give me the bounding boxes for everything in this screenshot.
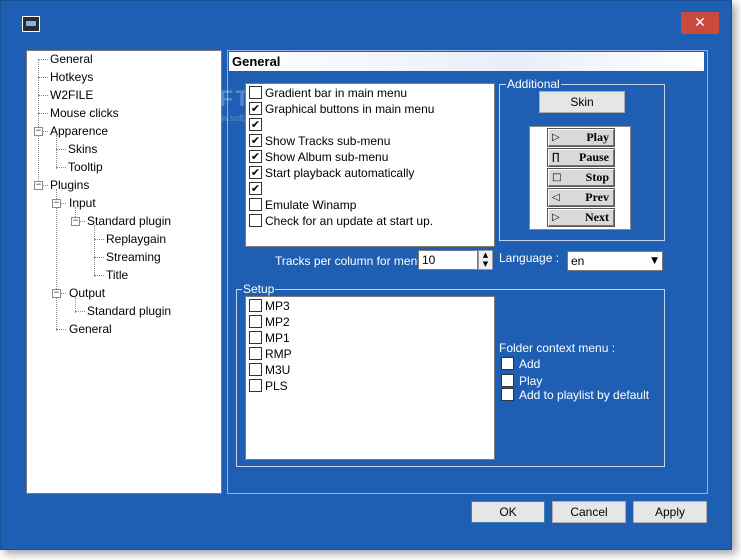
ok-button[interactable]: OK: [471, 501, 545, 523]
chevron-down-icon: ▼: [651, 256, 658, 266]
option-gradient-bar[interactable]: Gradient bar in main menu: [249, 86, 407, 101]
option-emulate-winamp[interactable]: Emulate Winamp: [249, 198, 356, 213]
tree-item-skins[interactable]: Skins: [68, 141, 97, 157]
checkbox[interactable]: [501, 374, 514, 388]
close-icon: ✕: [694, 15, 706, 31]
option-graphical-buttons[interactable]: ✔ Graphical buttons in main menu: [249, 102, 434, 117]
skin-preview-pause: ∏ Pause: [547, 148, 615, 167]
tree-item-plugins-general[interactable]: General: [69, 321, 112, 337]
format-m3u[interactable]: M3U: [249, 363, 290, 378]
option-check-update[interactable]: Check for an update at start up.: [249, 214, 433, 229]
next-icon: ▷: [552, 212, 560, 223]
tree-item-mouse-clicks[interactable]: Mouse clicks: [50, 105, 119, 121]
language-select[interactable]: en ▼: [567, 251, 663, 271]
format-mp3[interactable]: MP3: [249, 299, 290, 314]
checkbox[interactable]: [249, 331, 262, 345]
checkbox[interactable]: [249, 315, 262, 329]
folder-context-label: Folder context menu :: [499, 341, 616, 355]
language-label: Language :: [499, 251, 560, 265]
format-pls[interactable]: PLS: [249, 379, 288, 394]
pause-icon: ∏: [552, 152, 560, 163]
expander-input[interactable]: −: [52, 199, 61, 208]
tracks-per-column-input[interactable]: 10: [418, 250, 478, 270]
skin-preview-prev: ◁ Prev: [547, 188, 615, 207]
option-show-tracks[interactable]: ✔ Show Tracks sub-menu: [249, 134, 390, 149]
skin-preview-play: ▷ Play: [547, 128, 615, 147]
checkbox[interactable]: [249, 363, 262, 377]
play-icon: ▷: [552, 132, 560, 143]
close-button[interactable]: ✕: [681, 12, 719, 34]
format-mp1[interactable]: MP1: [249, 331, 290, 346]
expander-apparence[interactable]: −: [34, 127, 43, 136]
apply-button[interactable]: Apply: [633, 501, 707, 523]
tree-item-input[interactable]: Input: [69, 195, 96, 211]
checkbox[interactable]: [249, 347, 262, 361]
format-rmp[interactable]: RMP: [249, 347, 292, 362]
option-show-album[interactable]: ✔ Show Album sub-menu: [249, 150, 388, 165]
tree-item-replaygain[interactable]: Replaygain: [106, 231, 166, 247]
tree-item-general[interactable]: General: [50, 51, 93, 67]
skin-preview-next: ▷ Next: [547, 208, 615, 227]
checkbox[interactable]: [501, 357, 514, 371]
skin-button[interactable]: Skin: [539, 91, 625, 113]
checkbox-checked[interactable]: ✔: [249, 150, 262, 164]
checkbox[interactable]: [249, 379, 262, 393]
file-types-list: MP3 MP2 MP1 RMP M3U PLS: [245, 296, 495, 460]
expander-output[interactable]: −: [52, 289, 61, 298]
options-list: Gradient bar in main menu ✔ Graphical but…: [245, 83, 495, 247]
checkbox[interactable]: [249, 299, 262, 313]
skin-preview-stop: □ Stop: [547, 168, 615, 187]
setup-group-label: Setup: [242, 282, 276, 296]
option-unlabeled-1[interactable]: ✔: [249, 118, 265, 133]
folder-option-add[interactable]: Add: [501, 357, 540, 372]
checkbox[interactable]: [249, 214, 262, 228]
checkbox-checked[interactable]: ✔: [249, 118, 262, 132]
skin-preview: ▷ Play ∏ Pause □ Stop ◁ Prev ▷ Next: [529, 126, 631, 230]
checkbox-checked[interactable]: ✔: [249, 166, 262, 180]
cancel-button[interactable]: Cancel: [552, 501, 626, 523]
expander-plugins[interactable]: −: [34, 181, 43, 190]
tree-item-title[interactable]: Title: [106, 267, 128, 283]
folder-option-add-to-playlist[interactable]: Add to playlist by default: [501, 388, 649, 403]
additional-group-label: Additional: [506, 77, 561, 91]
prev-icon: ◁: [552, 192, 560, 203]
tree-item-w2file[interactable]: W2FILE: [50, 87, 93, 103]
folder-option-play[interactable]: Play: [501, 374, 542, 389]
spin-up-icon: ▲: [482, 251, 489, 259]
panel-title: General: [229, 52, 704, 71]
tree-item-hotkeys[interactable]: Hotkeys: [50, 69, 93, 85]
expander-input-standard-plugin[interactable]: −: [71, 217, 80, 226]
tracks-per-column-label: Tracks per column for menus :: [275, 254, 437, 268]
tracks-spinner[interactable]: ▲ ▼: [478, 250, 493, 270]
checkbox-checked[interactable]: ✔: [249, 134, 262, 148]
tree-item-apparence[interactable]: Apparence: [50, 123, 108, 139]
tree-item-output-standard-plugin[interactable]: Standard plugin: [87, 303, 171, 319]
checkbox-checked[interactable]: ✔: [249, 102, 262, 116]
option-unlabeled-2[interactable]: ✔: [249, 182, 265, 197]
app-icon: [22, 16, 40, 32]
tree-item-tooltip[interactable]: Tooltip: [68, 159, 103, 175]
stop-icon: □: [552, 172, 562, 183]
tree-item-streaming[interactable]: Streaming: [106, 249, 161, 265]
option-start-playback[interactable]: ✔ Start playback automatically: [249, 166, 414, 181]
tree-item-input-standard-plugin[interactable]: Standard plugin: [87, 213, 171, 229]
checkbox[interactable]: [249, 86, 262, 100]
settings-tree: − − − − − General Hotkeys W2FILE Mouse c…: [26, 50, 222, 494]
tree-item-output[interactable]: Output: [69, 285, 105, 301]
checkbox-checked[interactable]: ✔: [249, 182, 262, 196]
checkbox[interactable]: [249, 198, 262, 212]
checkbox[interactable]: [501, 388, 514, 402]
tree-item-plugins[interactable]: Plugins: [50, 177, 89, 193]
spin-down-icon: ▼: [482, 260, 489, 268]
format-mp2[interactable]: MP2: [249, 315, 290, 330]
